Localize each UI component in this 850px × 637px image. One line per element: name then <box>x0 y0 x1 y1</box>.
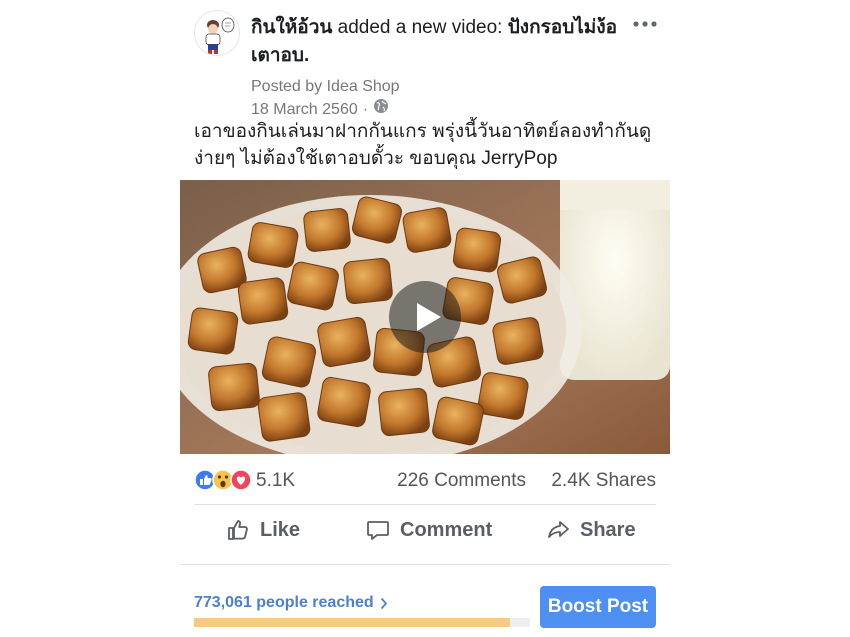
author-link[interactable]: กินให้อ้วน <box>251 17 332 38</box>
comment-label: Comment <box>400 518 493 541</box>
chevron-right-icon <box>380 597 387 609</box>
posted-by[interactable]: Posted by Idea Shop <box>251 76 400 98</box>
shares-count[interactable]: 2.4K Shares <box>551 470 656 492</box>
like-icon <box>194 469 216 491</box>
comments-count[interactable]: 226 Comments <box>397 470 526 492</box>
people-reached-link[interactable]: 773,061 people reached <box>194 594 388 612</box>
reaction-count[interactable]: 5.1K <box>256 470 295 492</box>
reach-progress-bar <box>194 618 530 627</box>
play-icon <box>417 303 441 331</box>
reaction-icons[interactable] <box>194 469 252 491</box>
comment-button[interactable]: Comment <box>366 508 492 552</box>
actions-divider <box>180 564 670 565</box>
comment-icon <box>367 521 389 540</box>
more-horizontal-icon[interactable] <box>632 14 658 34</box>
post-header: กินให้อ้วน added a new video: ปังกรอบไม่… <box>194 10 670 118</box>
video-post: กินให้อ้วน added a new video: ปังกรอบไม่… <box>180 0 670 637</box>
post-title: กินให้อ้วน added a new video: ปังกรอบไม่… <box>251 14 621 70</box>
thumbs-up-icon <box>228 520 248 540</box>
post-action-text: added a new video: <box>332 17 508 38</box>
people-reached-text: 773,061 people reached <box>194 594 374 611</box>
share-button[interactable]: Share <box>546 508 636 552</box>
like-button[interactable]: Like <box>226 508 300 552</box>
play-button[interactable] <box>389 281 461 353</box>
reach-progress-fill <box>194 618 510 627</box>
like-label: Like <box>260 518 301 541</box>
love-icon <box>230 469 252 491</box>
boost-post-button[interactable]: Boost Post <box>540 586 656 628</box>
video-player[interactable] <box>180 180 670 454</box>
wow-icon <box>212 469 234 491</box>
page-avatar[interactable] <box>194 10 240 56</box>
post-caption: เอาของกินเล่นมาฝากกันแกร พรุ่งนี้วันอาทิ… <box>194 121 652 169</box>
engagement-stats: 5.1K 226 Comments 2.4K Shares <box>194 466 656 494</box>
stats-divider <box>194 504 656 505</box>
action-bar: Like Comment Share <box>180 508 670 552</box>
avatar-illustration-icon <box>195 11 239 55</box>
share-icon <box>548 521 569 538</box>
share-label: Share <box>580 518 636 541</box>
